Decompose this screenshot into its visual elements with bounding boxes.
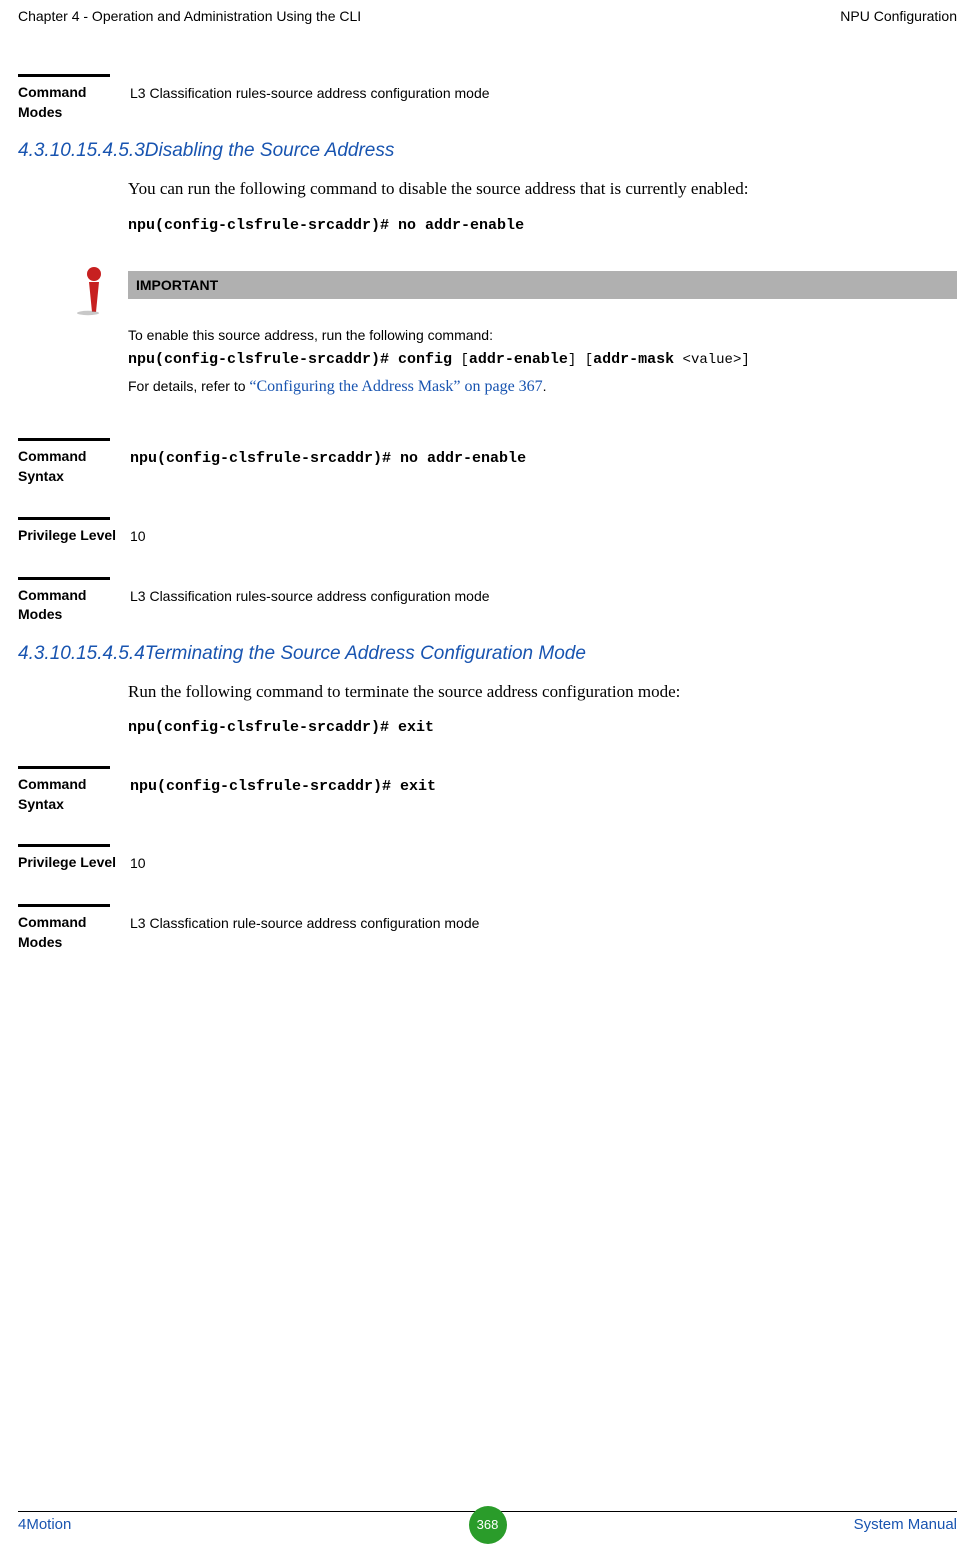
bracket: [ [452, 352, 469, 368]
body-paragraph: Run the following command to terminate t… [128, 679, 957, 705]
section-heading-terminating: 4.3.10.15.4.5.4Terminating the Source Ad… [18, 643, 957, 665]
command-modes-value: L3 Classification rules-source address c… [122, 586, 957, 625]
divider [18, 844, 110, 847]
privilege-level-value: 10 [122, 526, 957, 547]
divider [18, 517, 110, 520]
important-ref-prefix: For details, refer to [128, 378, 249, 394]
cli-command: npu(config-clsfrule-srcaddr)# no addr-en… [128, 217, 957, 234]
privilege-level-value: 10 [122, 853, 957, 874]
divider [18, 904, 110, 907]
command-modes-value: L3 Classfication rule-source address con… [122, 913, 957, 952]
divider [18, 74, 110, 77]
important-cmd-c: addr-mask [593, 351, 674, 368]
command-modes-label: Command Modes [18, 586, 122, 625]
important-line3: For details, refer to “Configuring the A… [128, 373, 957, 400]
section-heading-disabling: 4.3.10.15.4.5.3Disabling the Source Addr… [18, 140, 957, 162]
important-line1: To enable this source address, run the f… [128, 324, 957, 348]
bracket: ] [ [568, 352, 593, 368]
config-section: NPU Configuration [840, 8, 957, 24]
important-mono-tail: <value>] [674, 352, 750, 368]
divider [18, 577, 110, 580]
body-paragraph: You can run the following command to dis… [128, 176, 957, 202]
important-cmd-a: npu(config-clsfrule-srcaddr)# config [128, 351, 452, 368]
command-modes-label: Command Modes [18, 913, 122, 952]
period: . [543, 378, 547, 394]
chapter-title: Chapter 4 - Operation and Administration… [18, 8, 361, 24]
divider [18, 766, 110, 769]
command-modes-label: Command Modes [18, 83, 122, 122]
important-title: IMPORTANT [128, 271, 957, 299]
divider [18, 438, 110, 441]
privilege-level-label: Privilege Level [18, 853, 122, 874]
command-syntax-label: Command Syntax [18, 775, 122, 814]
important-cmd-b: addr-enable [469, 351, 568, 368]
footer-right: System Manual [854, 1516, 957, 1533]
footer-left: 4Motion [18, 1516, 71, 1533]
command-syntax-value: npu(config-clsfrule-srcaddr)# exit [130, 778, 436, 795]
important-cli: npu(config-clsfrule-srcaddr)# config [ad… [128, 347, 957, 373]
command-modes-value: L3 Classification rules-source address c… [122, 83, 957, 122]
important-xref[interactable]: “Configuring the Address Mask” on page 3… [249, 378, 542, 395]
cli-command: npu(config-clsfrule-srcaddr)# exit [128, 719, 957, 736]
page-number-badge: 368 [469, 1506, 507, 1544]
privilege-level-label: Privilege Level [18, 526, 122, 547]
important-icon [76, 266, 112, 316]
command-syntax-label: Command Syntax [18, 447, 122, 486]
command-syntax-value: npu(config-clsfrule-srcaddr)# no addr-en… [130, 450, 526, 467]
